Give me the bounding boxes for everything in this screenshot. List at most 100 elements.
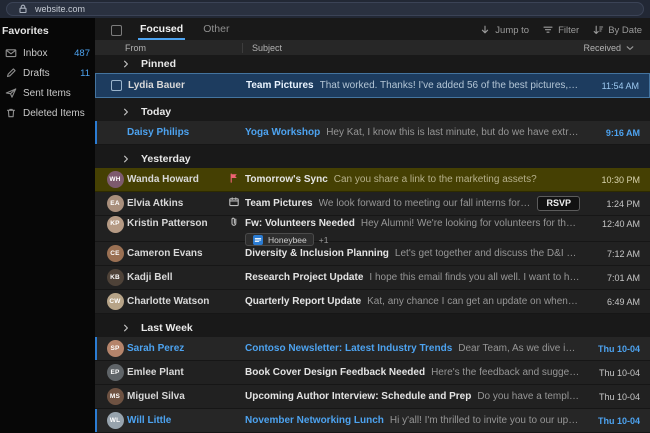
email-row-kristin-patterson[interactable]: KPKristin Patterson Fw: Volunteers Needed… [95, 216, 650, 242]
sender-name: Sarah Perez [127, 343, 223, 354]
avatar[interactable]: EP [107, 364, 124, 381]
avatar[interactable]: CE [107, 245, 124, 262]
jump-to-button[interactable]: Jump to [479, 24, 529, 36]
tab-other[interactable]: Other [201, 21, 231, 40]
paperclip-icon [228, 216, 240, 232]
jump-to-label: Jump to [495, 25, 529, 36]
jump-to-icon [479, 24, 491, 36]
group-label: Yesterday [141, 153, 191, 165]
email-preview: I hope this email finds you all well. I … [369, 272, 580, 283]
email-line: Team PicturesWe look forward to meeting … [245, 198, 531, 209]
address-bar[interactable]: website.com [6, 2, 644, 16]
group-label: Last Week [141, 322, 193, 334]
email-row-emlee-plant[interactable]: EPEmlee PlantBook Cover Design Feedback … [95, 361, 650, 385]
avatar[interactable]: CW [107, 293, 124, 310]
group-header-last-week[interactable]: Last Week [95, 319, 650, 337]
avatar[interactable]: KB [107, 269, 124, 286]
attachment-chip[interactable]: Honeybee [245, 233, 314, 246]
url-text: website.com [35, 4, 85, 14]
chevron-right-icon [120, 58, 132, 70]
email-subject: Contoso Newsletter: Latest Industry Tren… [245, 343, 452, 354]
email-line: Book Cover Design Feedback NeededHere's … [245, 367, 580, 378]
message-list-pane: FocusedOther Jump toFilterBy Date From S… [95, 18, 650, 433]
email-subject: Book Cover Design Feedback Needed [245, 367, 425, 378]
sidebar-item-drafts[interactable]: Drafts11 [0, 63, 95, 83]
email-preview: Kat, any chance I can get an update on w… [367, 296, 580, 307]
sender-name: Will Little [127, 415, 223, 426]
column-received[interactable]: Received [583, 42, 636, 54]
email-body: Book Cover Design Feedback NeededHere's … [245, 367, 580, 378]
email-row-wanda-howard[interactable]: WHWanda HowardTomorrow's SyncCan you sha… [95, 168, 650, 192]
unread-count-badge: 11 [80, 68, 90, 79]
email-subject: Diversity & Inclusion Planning [245, 248, 389, 259]
received-time: 9:16 AM [586, 128, 640, 138]
email-line: Diversity & Inclusion Planning Let's get … [245, 248, 580, 259]
received-time: Thu 10-04 [586, 368, 640, 378]
rsvp-button[interactable]: RSVP [537, 196, 580, 211]
email-body: Tomorrow's SyncCan you share a link to t… [245, 174, 580, 185]
email-subject: Research Project Update [245, 272, 363, 283]
avatar[interactable]: EA [107, 195, 124, 212]
sender-name: Kristin Patterson [127, 216, 223, 232]
email-row-lydia-bauer[interactable]: Lydia BauerTeam PicturesThat worked. Tha… [95, 73, 650, 98]
doc-icon [252, 234, 264, 246]
email-line: Contoso Newsletter: Latest Industry Tren… [245, 343, 580, 354]
email-icon-slot [223, 171, 245, 189]
group-label: Today [141, 106, 171, 118]
sidebar-item-deleted-items[interactable]: Deleted Items [0, 103, 95, 123]
unread-count-badge: 487 [74, 48, 90, 59]
sender-name: Kadji Bell [127, 272, 223, 283]
flag-icon [228, 171, 240, 189]
group-header-yesterday[interactable]: Yesterday [95, 150, 650, 168]
email-line: Quarterly Report UpdateKat, any chance I… [245, 296, 580, 307]
lock-icon [17, 3, 29, 15]
tab-focused[interactable]: Focused [138, 21, 185, 40]
column-received-label: Received [583, 43, 621, 53]
email-body: Team PicturesWe look forward to meeting … [245, 198, 531, 209]
avatar[interactable]: WL [107, 412, 124, 429]
received-time: 6:49 AM [586, 297, 640, 307]
email-body: Research Project Update I hope this email… [245, 272, 580, 283]
inbox-tabs: Focused Other [138, 21, 231, 40]
email-body: Upcoming Author Interview: Schedule and … [245, 391, 580, 402]
chevron-right-icon [120, 322, 132, 334]
email-row-will-little[interactable]: WLWill LittleNovember Networking LunchHi… [95, 409, 650, 433]
filter-button[interactable]: Filter [542, 24, 579, 36]
email-subject: Team Pictures [246, 80, 314, 91]
avatar[interactable]: SP [107, 340, 124, 357]
chevron-right-icon [120, 106, 132, 118]
draft-icon [5, 67, 17, 79]
email-preview: Hey Alumni! We're looking for volunteers… [361, 216, 580, 232]
mail-group-today: Today Daisy PhilipsYoga WorkshopHey Kat, … [95, 103, 650, 145]
email-subject: November Networking Lunch [245, 415, 384, 426]
avatar[interactable]: MS [107, 388, 124, 405]
email-checkbox[interactable] [111, 80, 122, 91]
email-row-daisy-philips[interactable]: Daisy PhilipsYoga WorkshopHey Kat, I kno… [95, 121, 650, 145]
attachment-name: Honeybee [268, 235, 307, 245]
by-date-button[interactable]: By Date [592, 24, 642, 36]
avatar[interactable]: KP [107, 216, 124, 233]
favorites-header[interactable]: Favorites [0, 23, 95, 43]
avatar[interactable]: WH [107, 171, 124, 188]
group-header-today[interactable]: Today [95, 103, 650, 121]
email-icon-slot [223, 195, 245, 213]
email-preview: Do you have a template for how we've sch… [477, 391, 580, 402]
email-row-elvia-atkins[interactable]: EAElvia AtkinsTeam PicturesWe look forwa… [95, 192, 650, 216]
email-row-charlotte-watson[interactable]: CWCharlotte WatsonQuarterly Report Updat… [95, 290, 650, 314]
received-time: 7:01 AM [586, 273, 640, 283]
email-row-sarah-perez[interactable]: SPSarah Perez Contoso Newsletter: Latest … [95, 337, 650, 361]
attachment-line: Honeybee+1 [245, 233, 580, 246]
email-subject: Fw: Volunteers Needed [245, 216, 355, 232]
sidebar-item-sent-items[interactable]: Sent Items [0, 83, 95, 103]
email-row-kadji-bell[interactable]: KBKadji Bell Research Project Update I hop… [95, 266, 650, 290]
select-all-checkbox[interactable] [111, 25, 122, 36]
sidebar-item-inbox[interactable]: Inbox487 [0, 43, 95, 63]
received-time: Thu 10-04 [586, 344, 640, 354]
group-header-pinned[interactable]: Pinned [95, 55, 650, 73]
email-leading: EP [103, 364, 127, 381]
received-time: Thu 10-04 [586, 392, 640, 402]
email-leading: SP [103, 340, 127, 357]
email-preview: Let's get together and discuss the D&I p… [395, 248, 580, 259]
email-row-miguel-silva[interactable]: MSMiguel SilvaUpcoming Author Interview:… [95, 385, 650, 409]
received-time: 11:54 AM [585, 81, 639, 91]
